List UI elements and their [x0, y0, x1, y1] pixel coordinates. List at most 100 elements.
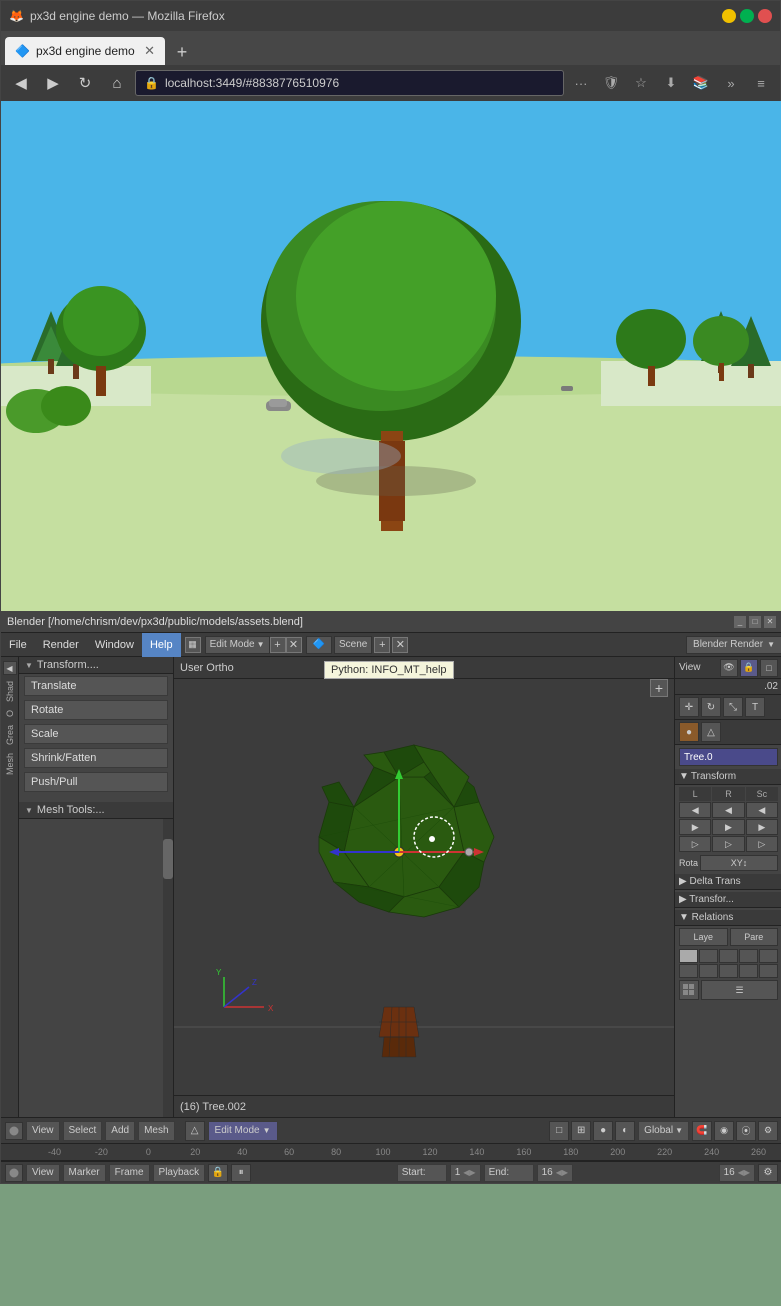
blender-close-btn[interactable]: ✕ — [764, 616, 776, 628]
layer-cell-8[interactable] — [719, 964, 738, 978]
timeline-settings-btn[interactable]: ⚙ — [758, 1164, 778, 1182]
laye-tab[interactable]: Laye — [679, 928, 728, 946]
settings-btn[interactable]: ⚙ — [758, 1121, 778, 1141]
proportional-btn[interactable]: ◉ — [714, 1121, 734, 1141]
more-button[interactable]: ··· — [568, 70, 594, 96]
scene-field[interactable]: Scene — [334, 636, 372, 654]
timeline-pause-btn[interactable]: ⏸ — [231, 1164, 251, 1182]
layer-cell-7[interactable] — [699, 964, 718, 978]
current-frame-field[interactable]: 16 ◀▶ — [719, 1164, 755, 1182]
download-button[interactable]: ⬇ — [658, 70, 684, 96]
translate-button[interactable]: Translate — [24, 676, 168, 696]
r-value2-btn[interactable]: ▶ — [712, 819, 744, 835]
l-value3-btn[interactable]: ▷ — [679, 836, 711, 852]
strip-toggle[interactable]: ◀ — [3, 661, 17, 675]
toolbar-icon-btn[interactable] — [5, 1122, 23, 1140]
rp-lock-icon[interactable]: 🔒 — [740, 659, 758, 677]
rp-scale-icon[interactable]: ⤡ — [723, 697, 743, 717]
view-add-btn[interactable]: ▦ — [185, 637, 201, 653]
menu-item-render[interactable]: Render — [35, 633, 87, 657]
layer-cell-4[interactable] — [739, 949, 758, 963]
shading-solid-btn[interactable]: □ — [549, 1121, 569, 1141]
rotate-button[interactable]: Rotate — [24, 700, 168, 720]
extensions-button[interactable]: » — [718, 70, 744, 96]
l-value-btn[interactable]: ◀ — [679, 802, 711, 818]
start-frame-field[interactable]: 1 ◀▶ — [450, 1164, 481, 1182]
forward-button[interactable]: ▶ — [39, 69, 67, 97]
left-panel-scrollbar[interactable] — [163, 819, 173, 1117]
scene-remove-btn[interactable]: ✕ — [392, 637, 408, 653]
tab-close-button[interactable]: ✕ — [144, 43, 155, 59]
menu-item-window[interactable]: Window — [87, 633, 142, 657]
push-pull-button[interactable]: Push/Pull — [24, 772, 168, 792]
workspace-add-btn[interactable]: + — [270, 637, 286, 653]
shrink-fatten-button[interactable]: Shrink/Fatten — [24, 748, 168, 768]
shading-wire-btn[interactable]: ⊞ — [571, 1121, 591, 1141]
render-engine-dropdown[interactable]: Blender Render ▼ — [686, 636, 781, 654]
scale-button[interactable]: Scale — [24, 724, 168, 744]
rotation-value-btn[interactable]: XY↕ — [700, 855, 778, 871]
scrollbar-thumb[interactable] — [163, 839, 173, 879]
shading-rendered-btn[interactable]: ● — [593, 1121, 613, 1141]
library-button[interactable]: 📚 — [688, 70, 714, 96]
mesh-toolbar-btn[interactable]: Mesh — [138, 1121, 174, 1141]
bookmark-button[interactable]: ☆ — [628, 70, 654, 96]
new-tab-button[interactable]: + — [169, 39, 195, 65]
rp-object-icon[interactable]: ● — [679, 722, 699, 742]
home-button[interactable]: ⌂ — [103, 69, 131, 97]
timeline-frame-btn[interactable]: Frame — [109, 1164, 150, 1182]
address-bar[interactable]: 🔒 localhost:3449/#8838776510976 — [135, 70, 564, 96]
rp-layer-icon-1[interactable] — [679, 980, 699, 1000]
maximize-button[interactable] — [740, 9, 754, 23]
timeline-marker-btn[interactable]: Marker — [63, 1164, 106, 1182]
rp-eye-icon[interactable]: 👁 — [720, 659, 738, 677]
blender-maximize-btn[interactable]: □ — [749, 616, 761, 628]
timeline-lock-btn[interactable]: 🔒 — [208, 1164, 228, 1182]
pare-tab[interactable]: Pare — [730, 928, 779, 946]
menu-button[interactable]: ≡ — [748, 70, 774, 96]
back-button[interactable]: ◀ — [7, 69, 35, 97]
r-value-btn[interactable]: ◀ — [712, 802, 744, 818]
select-toolbar-btn[interactable]: Select — [63, 1121, 103, 1141]
layer-cell-3[interactable] — [719, 949, 738, 963]
snap-btn[interactable]: 🧲 — [692, 1121, 712, 1141]
edit-mode-btn[interactable]: Edit Mode ▼ — [208, 1121, 278, 1141]
add-toolbar-btn[interactable]: Add — [105, 1121, 135, 1141]
sc-value2-btn[interactable]: ▶ — [746, 819, 778, 835]
rp-cursor-icon[interactable]: ✛ — [679, 697, 699, 717]
global-btn[interactable]: Global ▼ — [638, 1121, 689, 1141]
sc-value3-btn[interactable]: ▷ — [746, 836, 778, 852]
rp-rotate-icon[interactable]: ↻ — [701, 697, 721, 717]
shading-material-btn[interactable]: ◐ — [615, 1121, 635, 1141]
layer-cell-9[interactable] — [739, 964, 758, 978]
onion-btn[interactable]: ⦿ — [736, 1121, 756, 1141]
reload-button[interactable]: ↻ — [71, 69, 99, 97]
r-value3-btn[interactable]: ▷ — [712, 836, 744, 852]
right-panel-slider[interactable]: .02 — [675, 679, 781, 695]
layer-cell-1[interactable] — [679, 949, 698, 963]
l-value2-btn[interactable]: ▶ — [679, 819, 711, 835]
object-name-field[interactable]: Tree.0 — [679, 748, 778, 766]
menu-item-help[interactable]: Help — [142, 633, 181, 657]
browser-tab[interactable]: 🔷 px3d engine demo ✕ — [5, 37, 165, 65]
timeline-icon-btn[interactable] — [5, 1164, 23, 1182]
rp-render-icon[interactable]: □ — [760, 659, 778, 677]
rp-layer-icon-2[interactable]: ☰ — [701, 980, 778, 1000]
layer-cell-10[interactable] — [759, 964, 778, 978]
layer-cell-5[interactable] — [759, 949, 778, 963]
minimize-button[interactable] — [722, 9, 736, 23]
workspace-dropdown[interactable]: Edit Mode ▼ — [205, 636, 270, 654]
blender-minimize-btn[interactable]: _ — [734, 616, 746, 628]
view-toolbar-btn[interactable]: View — [26, 1121, 60, 1141]
shield-button[interactable]: 🛡 — [598, 70, 624, 96]
layer-cell-2[interactable] — [699, 949, 718, 963]
mesh-icon-btn[interactable]: △ — [185, 1121, 205, 1141]
close-window-button[interactable] — [758, 9, 772, 23]
sc-value-btn[interactable]: ◀ — [746, 802, 778, 818]
rp-transform-icon[interactable]: T — [745, 697, 765, 717]
timeline-playback-btn[interactable]: Playback — [153, 1164, 206, 1182]
rp-mesh-icon[interactable]: △ — [701, 722, 721, 742]
workspace-remove-btn[interactable]: ✕ — [286, 637, 302, 653]
timeline-view-btn[interactable]: View — [26, 1164, 60, 1182]
scene-add-btn[interactable]: + — [374, 637, 390, 653]
